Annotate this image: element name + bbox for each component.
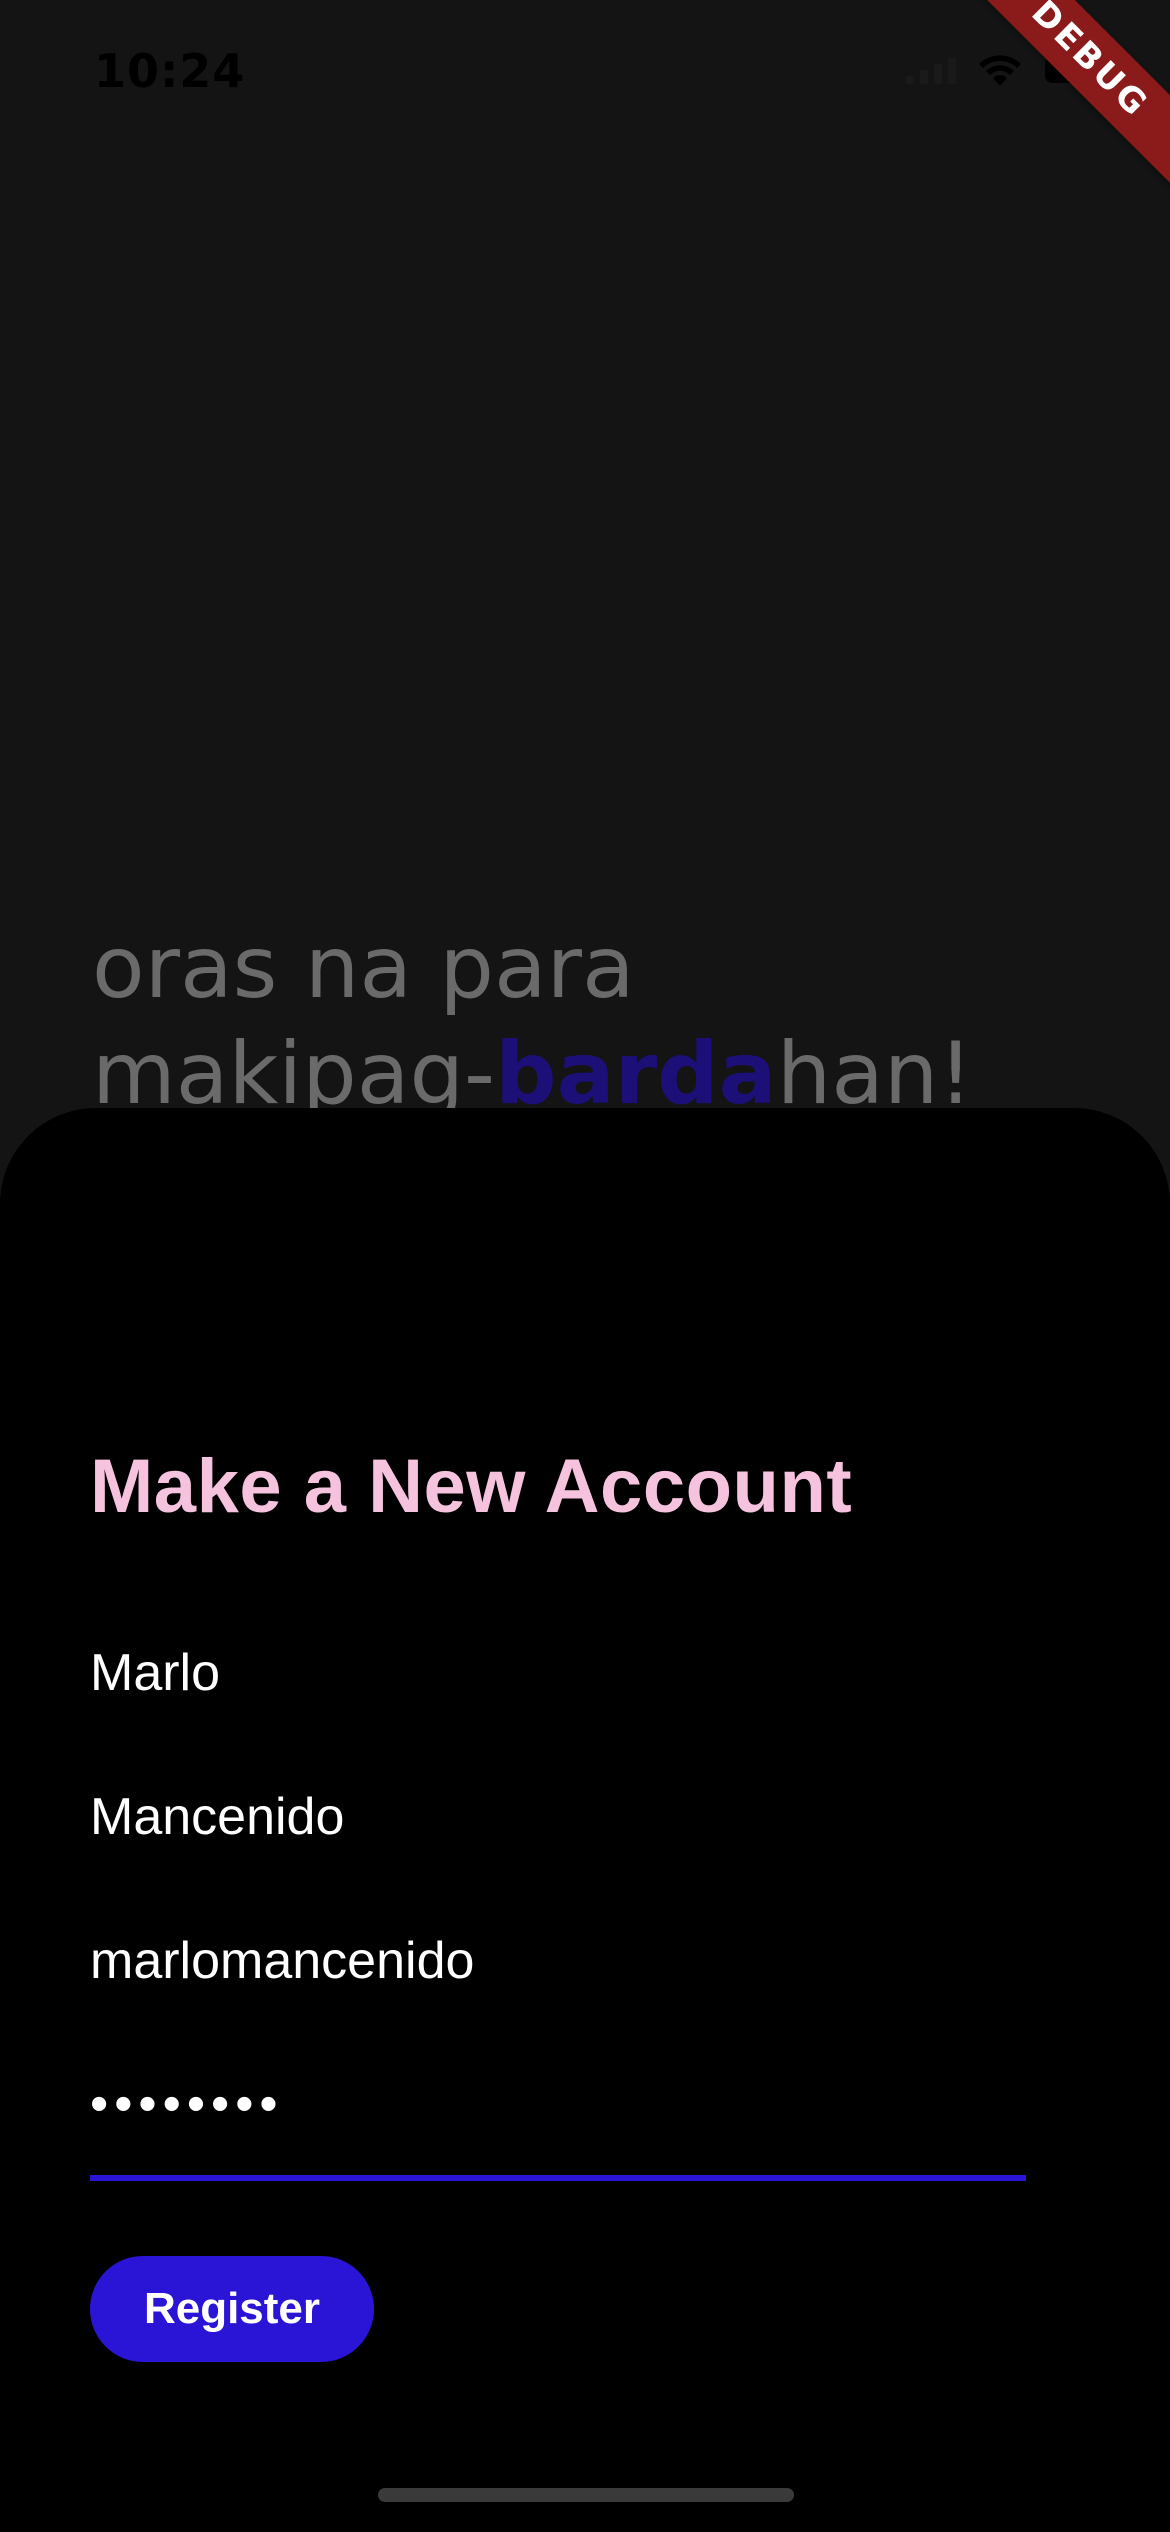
home-indicator (378, 2488, 794, 2502)
tagline-line1: oras na para (92, 918, 635, 1018)
first-name-field[interactable] (90, 1623, 1026, 1723)
register-button[interactable]: Register (90, 2256, 374, 2362)
tagline: oras na para makipag-bardahan! (92, 915, 1142, 1127)
wifi-icon (976, 52, 1024, 88)
password-input[interactable] (90, 2054, 1026, 2154)
username-input[interactable] (90, 1911, 1026, 2011)
last-name-field[interactable] (90, 1767, 1026, 1867)
username-field[interactable] (90, 1911, 1026, 2011)
password-focus-underline (90, 2175, 1026, 2181)
password-field[interactable] (90, 2054, 1026, 2154)
first-name-input[interactable] (90, 1623, 1026, 1723)
status-time: 10:24 (94, 44, 246, 98)
register-title: Make a New Account (90, 1444, 853, 1529)
cellular-signal-icon (906, 56, 956, 84)
last-name-input[interactable] (90, 1767, 1026, 1867)
